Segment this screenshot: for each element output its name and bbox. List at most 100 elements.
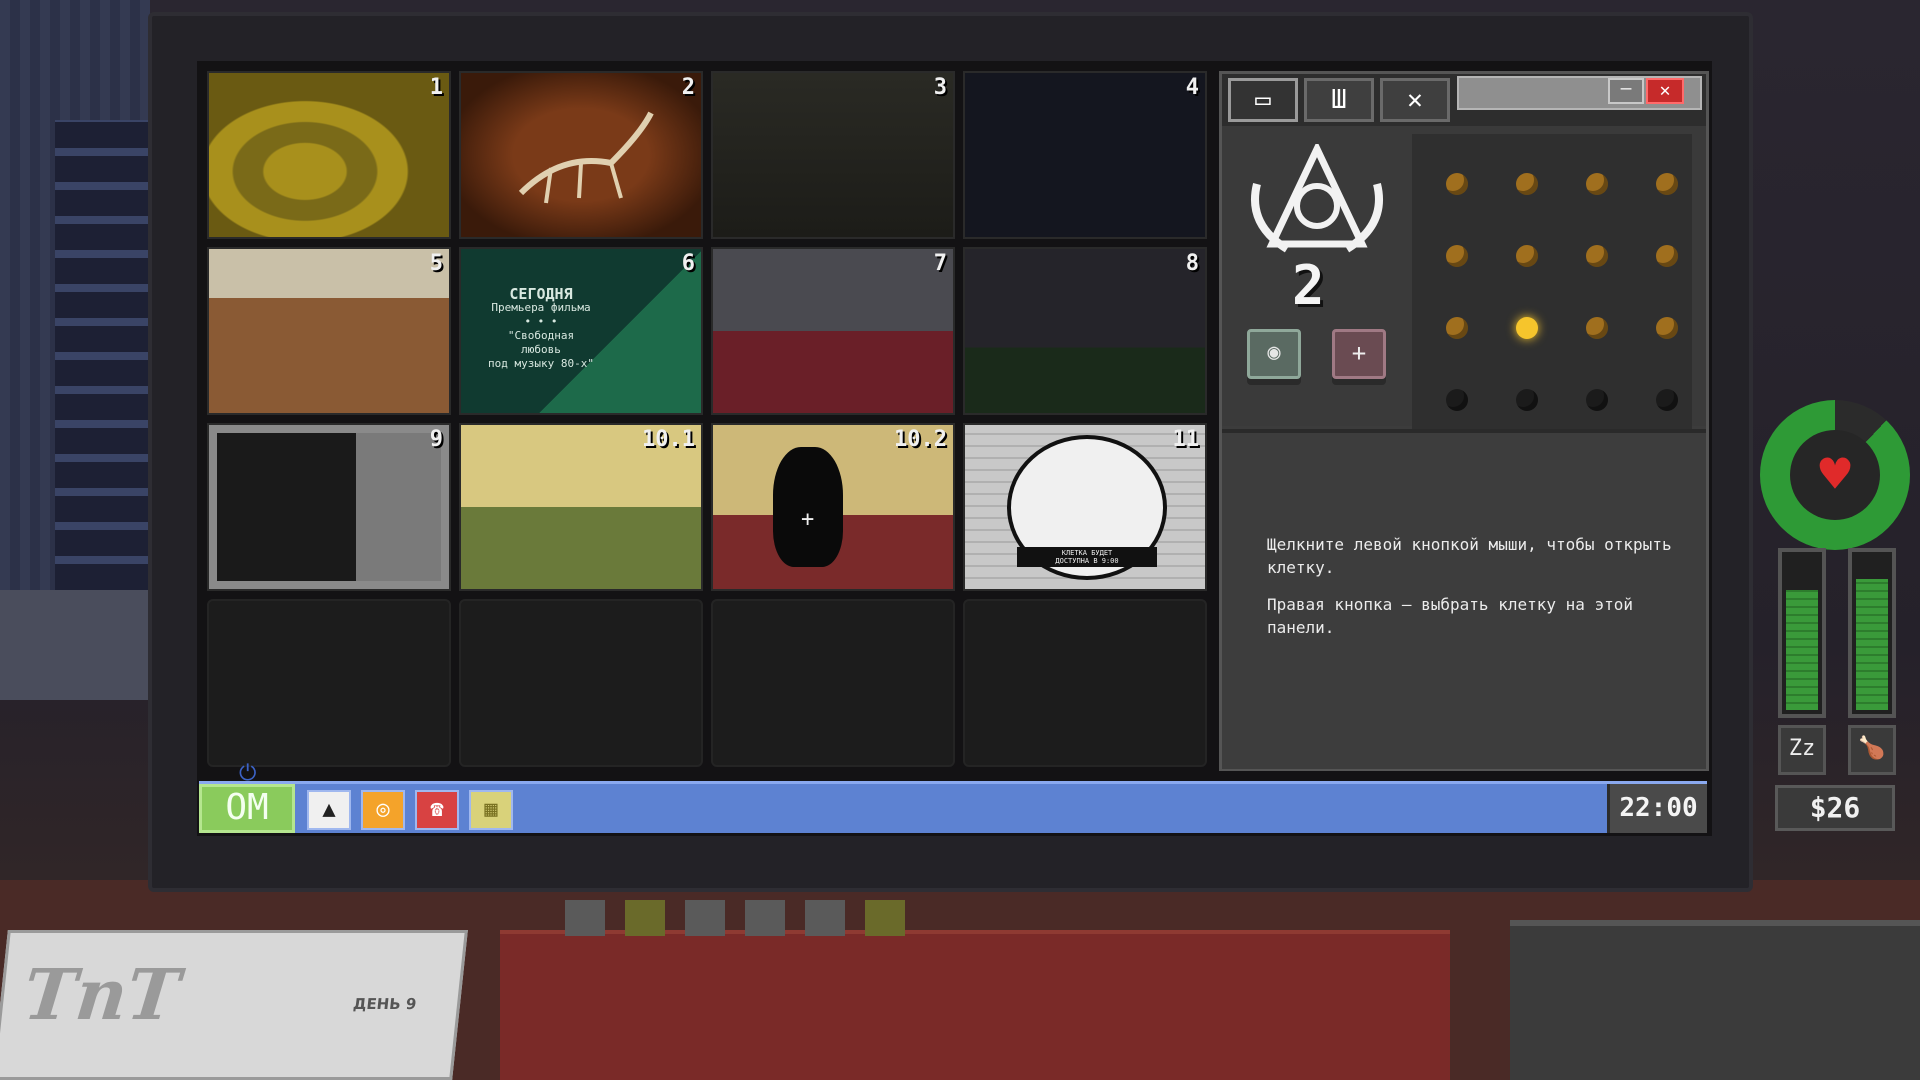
- minimize-icon: –: [1620, 78, 1632, 99]
- camera-number: 3: [933, 75, 947, 100]
- camera-7[interactable]: 7: [711, 247, 955, 415]
- mask-icon: ▲: [322, 797, 336, 822]
- dinosaur-skeleton-icon: [518, 111, 654, 204]
- cell-indicator[interactable]: [1516, 173, 1538, 195]
- cell-indicator[interactable]: [1446, 245, 1468, 267]
- cell-indicator[interactable]: [1656, 173, 1678, 195]
- cell-indicator[interactable]: [1586, 389, 1608, 411]
- calendar-app-button[interactable]: ▦: [469, 790, 513, 830]
- cell-indicator[interactable]: [1516, 245, 1538, 267]
- camera-slot-empty[interactable]: [207, 599, 451, 767]
- phone-app-button[interactable]: ☎: [415, 790, 459, 830]
- health-center: ♥: [1790, 430, 1880, 520]
- close-button[interactable]: ✕: [1646, 78, 1684, 104]
- camera-grid: 1 2 3 4 5 СЕГОДНЯ Премьера фильма • • • …: [207, 71, 1215, 771]
- stand-light: [805, 900, 845, 936]
- cell-indicator-grid: [1412, 134, 1692, 434]
- cinema-billboard: СЕГОДНЯ Премьера фильма • • • "Свободная…: [461, 287, 621, 371]
- camera-slot-empty[interactable]: [711, 599, 955, 767]
- power-icon[interactable]: ⏻: [239, 761, 256, 786]
- cell-indicator[interactable]: [1656, 317, 1678, 339]
- camera-number: 11: [1172, 427, 1200, 452]
- taskbar: OM ▲ ◎ ☎ ▦ 22:00: [199, 781, 1707, 833]
- help-left-click: Щелкните левой кнопкой мыши, чтобы откры…: [1267, 535, 1672, 577]
- camera-4-feed: [965, 73, 1205, 237]
- cell-indicator[interactable]: [1516, 389, 1538, 411]
- minimize-button[interactable]: –: [1608, 78, 1644, 104]
- food-bar-fill: [1856, 579, 1888, 710]
- magazine-logo: TnT: [19, 953, 184, 1036]
- camera-2-feed: [461, 73, 701, 237]
- camera-9[interactable]: 9: [207, 423, 451, 591]
- camera-7-feed: [713, 249, 953, 413]
- magazine[interactable]: TnT ДЕНЬ 9: [0, 930, 468, 1080]
- cell-indicator[interactable]: [1586, 245, 1608, 267]
- help-text: Щелкните левой кнопкой мыши, чтобы откры…: [1222, 429, 1706, 769]
- billboard-subtitle: Премьера фильма: [491, 301, 591, 314]
- mask-app-button[interactable]: ▲: [307, 790, 351, 830]
- cell-indicator[interactable]: [1446, 173, 1468, 195]
- camera-5[interactable]: 5: [207, 247, 451, 415]
- calendar-icon: ▦: [484, 797, 498, 822]
- camera-5-feed: [209, 249, 449, 413]
- billboard-film-line: любовь: [521, 343, 561, 356]
- cell-indicator[interactable]: [1656, 245, 1678, 267]
- help-right-click: Правая кнопка — выбрать клетку на этой п…: [1267, 595, 1634, 637]
- panel-tabs: ▭ Ш ✕ – ✕: [1222, 74, 1706, 126]
- camera-11[interactable]: КЛЕТКА БУДЕТ ДОСТУПНА В 9:00 11: [963, 423, 1207, 591]
- monkey-emblem-icon: [1251, 144, 1383, 253]
- desk-mat: [500, 930, 1450, 1080]
- telephone[interactable]: [1510, 920, 1920, 1080]
- billboard-film-line: под музыку 80-х": [488, 357, 594, 370]
- bench-icon: Ш: [1331, 85, 1347, 115]
- stand-light: [625, 900, 665, 936]
- camera-number: 5: [429, 251, 443, 276]
- camera-11-feed: КЛЕТКА БУДЕТ ДОСТУПНА В 9:00: [965, 425, 1205, 589]
- camera-1[interactable]: 1: [207, 71, 451, 239]
- billboard-film-line: "Свободная: [507, 329, 575, 342]
- cell-count: 2: [1292, 254, 1325, 317]
- camera-2[interactable]: 2: [459, 71, 703, 239]
- camera-8[interactable]: 8: [963, 247, 1207, 415]
- cell-indicator[interactable]: [1586, 173, 1608, 195]
- camera-9-feed: [209, 425, 449, 589]
- control-panel: ▭ Ш ✕ – ✕ 2 ◉ + Щелкните левой кнопкой м…: [1219, 71, 1709, 771]
- camera-10-2[interactable]: + 10.2: [711, 423, 955, 591]
- x-icon: ✕: [1407, 85, 1423, 115]
- camera-number: 1: [429, 75, 443, 100]
- stand-light: [685, 900, 725, 936]
- view-button[interactable]: ◉: [1247, 329, 1301, 379]
- camera-slot-empty[interactable]: [459, 599, 703, 767]
- cell-indicator[interactable]: [1446, 389, 1468, 411]
- camera-slot-empty[interactable]: [963, 599, 1207, 767]
- camera-6[interactable]: СЕГОДНЯ Премьера фильма • • • "Свободная…: [459, 247, 703, 415]
- add-button[interactable]: +: [1332, 329, 1386, 379]
- camera-number: 10.2: [894, 427, 947, 452]
- camera-4[interactable]: 4: [963, 71, 1207, 239]
- cell-indicator-active[interactable]: [1516, 317, 1538, 339]
- cell-indicator[interactable]: [1586, 317, 1608, 339]
- camera-number: 10.1: [642, 427, 695, 452]
- camera-number: 7: [933, 251, 947, 276]
- stand-light: [565, 900, 605, 936]
- sleep-bar: [1778, 548, 1826, 718]
- city-building: [55, 120, 150, 590]
- game-scene: TnT ДЕНЬ 9 1 2 3 4 5 СЕГОДНЯ Премьера фи…: [0, 0, 1920, 1080]
- camera-3[interactable]: 3: [711, 71, 955, 239]
- close-icon: ✕: [1659, 80, 1671, 101]
- camera-number: 2: [681, 75, 695, 100]
- cell-indicator[interactable]: [1656, 389, 1678, 411]
- camera-tab[interactable]: ▭: [1228, 78, 1298, 122]
- cell-tab[interactable]: Ш: [1304, 78, 1374, 122]
- sleep-icon: Zz: [1778, 725, 1826, 775]
- magazine-day: ДЕНЬ 9: [352, 995, 418, 1013]
- cell-unavailable-caption: КЛЕТКА БУДЕТ ДОСТУПНА В 9:00: [1017, 547, 1157, 567]
- camera-number: 6: [681, 251, 695, 276]
- camera-10-1[interactable]: 10.1: [459, 423, 703, 591]
- coin-app-button[interactable]: ◎: [361, 790, 405, 830]
- close-tab[interactable]: ✕: [1380, 78, 1450, 122]
- cell-indicator[interactable]: [1446, 317, 1468, 339]
- window-sill: [0, 590, 150, 700]
- start-button[interactable]: OM: [199, 784, 295, 833]
- food-icon: 🍗: [1848, 725, 1896, 775]
